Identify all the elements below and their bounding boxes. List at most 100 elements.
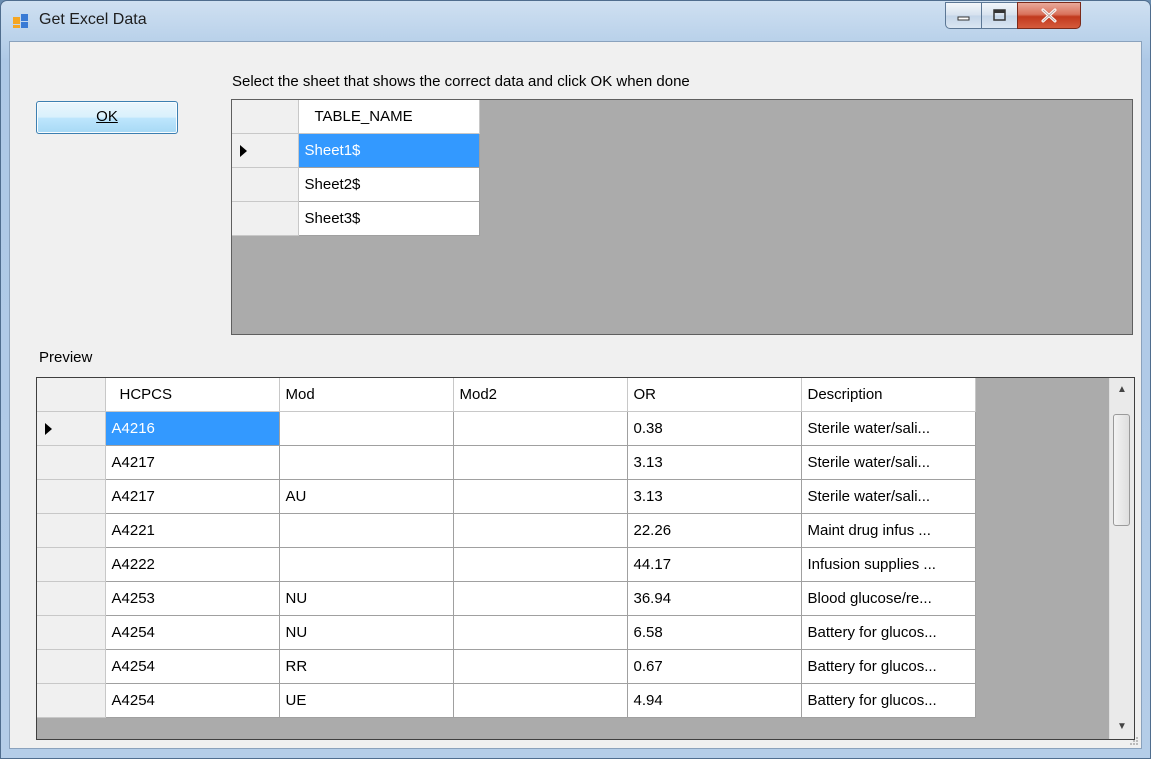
column-header-table-name[interactable]: TABLE_NAME [298, 100, 480, 134]
table-row[interactable]: A4222 44.17 Infusion supplies ... [37, 547, 976, 582]
table-row[interactable]: Sheet2$ [232, 167, 480, 202]
scrollbar-thumb[interactable] [1113, 414, 1130, 526]
current-row-arrow-icon [240, 144, 247, 157]
table-row[interactable]: A4254 NU 6.58 Battery for glucos... [37, 615, 976, 650]
cell-or[interactable]: 44.17 [627, 547, 802, 582]
cell-hcpcs[interactable]: A4254 [105, 649, 280, 684]
row-header[interactable] [232, 133, 299, 168]
column-header-mod2[interactable]: Mod2 [453, 378, 628, 412]
cell-mod[interactable]: UE [279, 683, 454, 718]
cell-description[interactable]: Sterile water/sali... [801, 479, 976, 514]
cell-mod2[interactable] [453, 547, 628, 582]
cell-description[interactable]: Infusion supplies ... [801, 547, 976, 582]
cell-hcpcs[interactable]: A4253 [105, 581, 280, 616]
cell-or[interactable]: 0.38 [627, 411, 802, 446]
cell-description[interactable]: Blood glucose/re... [801, 581, 976, 616]
table-row[interactable]: A4221 22.26 Maint drug infus ... [37, 513, 976, 548]
resize-grip-icon[interactable] [1127, 734, 1139, 746]
cell-or[interactable]: 36.94 [627, 581, 802, 616]
cell-mod2[interactable] [453, 615, 628, 650]
cell-mod2[interactable] [453, 649, 628, 684]
maximize-icon [993, 9, 1006, 21]
cell-or[interactable]: 4.94 [627, 683, 802, 718]
row-header[interactable] [37, 513, 106, 548]
cell-hcpcs[interactable]: A4217 [105, 445, 280, 480]
column-header-hcpcs[interactable]: HCPCS [105, 378, 280, 412]
cell-or[interactable]: 6.58 [627, 615, 802, 650]
row-header[interactable] [232, 167, 299, 202]
cell-mod2[interactable] [453, 683, 628, 718]
row-header[interactable] [37, 581, 106, 616]
row-header[interactable] [37, 615, 106, 650]
cell-mod[interactable]: AU [279, 479, 454, 514]
preview-header-row: HCPCS Mod Mod2 OR Description [37, 378, 976, 412]
table-row[interactable]: A4217 3.13 Sterile water/sali... [37, 445, 976, 480]
row-header[interactable] [37, 479, 106, 514]
row-header[interactable] [37, 683, 106, 718]
column-header-mod[interactable]: Mod [279, 378, 454, 412]
sheet-table: TABLE_NAME Sheet1$ Sheet2$ Sheet3$ [232, 100, 480, 236]
table-row[interactable]: Sheet3$ [232, 201, 480, 236]
cell-mod[interactable] [279, 513, 454, 548]
cell-mod[interactable] [279, 445, 454, 480]
cell-mod[interactable]: RR [279, 649, 454, 684]
app-window-icon [13, 14, 28, 28]
preview-table: HCPCS Mod Mod2 OR Description A4216 0.38… [37, 378, 976, 718]
cell-description[interactable]: Sterile water/sali... [801, 445, 976, 480]
column-header-description[interactable]: Description [801, 378, 976, 412]
preview-grid[interactable]: HCPCS Mod Mod2 OR Description A4216 0.38… [36, 377, 1135, 740]
cell-mod2[interactable] [453, 445, 628, 480]
row-header[interactable] [37, 649, 106, 684]
minimize-button[interactable] [945, 2, 982, 29]
close-button[interactable] [1017, 2, 1081, 29]
scroll-up-arrow-icon[interactable]: ▲ [1110, 378, 1134, 402]
table-row[interactable]: Sheet1$ [232, 133, 480, 168]
vertical-scrollbar[interactable]: ▲ ▼ [1109, 378, 1134, 739]
cell-hcpcs[interactable]: A4254 [105, 683, 280, 718]
cell-mod[interactable] [279, 411, 454, 446]
row-header[interactable] [37, 445, 106, 480]
table-row[interactable]: A4217 AU 3.13 Sterile water/sali... [37, 479, 976, 514]
cell-description[interactable]: Battery for glucos... [801, 683, 976, 718]
table-row[interactable]: A4254 UE 4.94 Battery for glucos... [37, 683, 976, 718]
row-header[interactable] [37, 547, 106, 582]
dialog-client-area: OK Select the sheet that shows the corre… [9, 41, 1142, 749]
row-header[interactable] [37, 411, 106, 446]
cell-hcpcs[interactable]: A4222 [105, 547, 280, 582]
ok-button[interactable]: OK [36, 101, 178, 134]
cell-description[interactable]: Maint drug infus ... [801, 513, 976, 548]
sheet-grid[interactable]: TABLE_NAME Sheet1$ Sheet2$ Sheet3$ [231, 99, 1133, 335]
sheet-cell[interactable]: Sheet1$ [298, 133, 480, 168]
table-row[interactable]: A4254 RR 0.67 Battery for glucos... [37, 649, 976, 684]
cell-or[interactable]: 0.67 [627, 649, 802, 684]
cell-mod[interactable] [279, 547, 454, 582]
column-header-or[interactable]: OR [627, 378, 802, 412]
row-header[interactable] [232, 201, 299, 236]
cell-mod[interactable]: NU [279, 581, 454, 616]
sheet-cell[interactable]: Sheet3$ [298, 201, 480, 236]
cell-description[interactable]: Sterile water/sali... [801, 411, 976, 446]
sheet-header-row: TABLE_NAME [232, 100, 480, 134]
window-title: Get Excel Data [39, 11, 147, 28]
cell-or[interactable]: 3.13 [627, 479, 802, 514]
title-bar[interactable]: Get Excel Data [1, 1, 1150, 41]
cell-mod[interactable]: NU [279, 615, 454, 650]
table-row[interactable]: A4216 0.38 Sterile water/sali... [37, 411, 976, 446]
maximize-button[interactable] [981, 2, 1018, 29]
cell-hcpcs[interactable]: A4254 [105, 615, 280, 650]
grid-corner [232, 100, 299, 134]
cell-description[interactable]: Battery for glucos... [801, 649, 976, 684]
cell-hcpcs[interactable]: A4221 [105, 513, 280, 548]
cell-mod2[interactable] [453, 411, 628, 446]
cell-description[interactable]: Battery for glucos... [801, 615, 976, 650]
get-excel-data-window: Get Excel Data OK Select the sheet that … [0, 0, 1151, 759]
cell-hcpcs[interactable]: A4216 [105, 411, 280, 446]
cell-mod2[interactable] [453, 581, 628, 616]
cell-or[interactable]: 22.26 [627, 513, 802, 548]
sheet-cell[interactable]: Sheet2$ [298, 167, 480, 202]
cell-or[interactable]: 3.13 [627, 445, 802, 480]
cell-hcpcs[interactable]: A4217 [105, 479, 280, 514]
cell-mod2[interactable] [453, 479, 628, 514]
table-row[interactable]: A4253 NU 36.94 Blood glucose/re... [37, 581, 976, 616]
cell-mod2[interactable] [453, 513, 628, 548]
